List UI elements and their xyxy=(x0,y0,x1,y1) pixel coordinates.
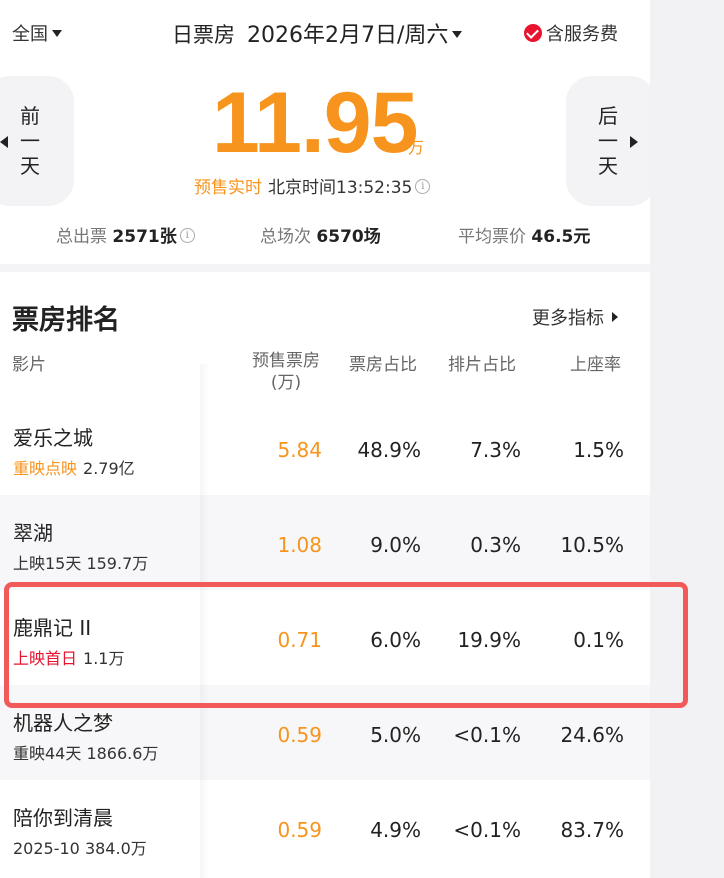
caret-down-icon xyxy=(452,30,463,38)
presale-value: 1.08 xyxy=(277,533,322,557)
arrow-left-icon xyxy=(0,136,8,148)
film-sub: 上映15天 159.7万 xyxy=(13,554,149,573)
avg-price: 平均票价 46.5元 xyxy=(458,227,591,247)
presale-value: 0.71 xyxy=(277,628,322,652)
share-value: 9.0% xyxy=(370,533,421,557)
col-schedule[interactable]: 排片占比 xyxy=(448,350,516,375)
top-bar: 全国 日票房 2026年2月7日/周六 含服务费 xyxy=(0,0,650,64)
check-icon xyxy=(524,24,542,42)
share-value: 48.9% xyxy=(357,438,421,462)
share-value: 4.9% xyxy=(370,818,421,842)
occupancy-value: 83.7% xyxy=(560,818,624,842)
prev-day-label: 前 一 天 xyxy=(20,104,40,178)
more-metrics-button[interactable]: 更多指标 xyxy=(532,304,618,330)
film-name: 鹿鼎记 II xyxy=(13,616,92,640)
total-box-office: 11.95 xyxy=(212,75,418,171)
table-row[interactable]: 陪你到清晨 2025-10 384.0万 0.59 4.9% <0.1% 83.… xyxy=(0,780,650,875)
film-sub: 重映44天 1866.6万 xyxy=(13,744,159,763)
header-card: 全国 日票房 2026年2月7日/周六 含服务费 前 一 天 11.95 万 预售… xyxy=(0,0,650,264)
schedule-value: <0.1% xyxy=(453,723,521,747)
film-name: 翠湖 xyxy=(13,521,53,545)
service-fee-toggle[interactable]: 含服务费 xyxy=(524,20,618,46)
share-value: 5.0% xyxy=(370,723,421,747)
col-presale[interactable]: 预售票房 (万) xyxy=(248,350,324,394)
table-row[interactable]: 爱乐之城 重映点映 2.79亿 5.84 48.9% 7.3% 1.5% xyxy=(0,400,650,495)
caret-down-icon xyxy=(52,29,62,37)
next-day-label: 后 一 天 xyxy=(598,104,618,178)
film-tag: 重映点映 xyxy=(13,459,78,478)
region-label: 全国 xyxy=(12,24,48,45)
schedule-value: 7.3% xyxy=(470,438,521,462)
ranking-title: 票房排名 xyxy=(12,305,120,336)
schedule-value: <0.1% xyxy=(453,818,521,842)
film-sub: 2025-10 384.0万 xyxy=(13,839,147,858)
col-share[interactable]: 票房占比 xyxy=(349,350,417,375)
total-unit: 万 xyxy=(408,138,425,157)
table-row[interactable]: 翠湖 上映15天 159.7万 1.08 9.0% 0.3% 10.5% xyxy=(0,495,650,590)
occupancy-value: 1.5% xyxy=(573,438,624,462)
col-occupancy[interactable]: 上座率 xyxy=(570,350,621,375)
col-film: 影片 xyxy=(12,355,46,375)
presale-label: 预售实时 xyxy=(194,178,262,198)
arrow-right-icon xyxy=(630,136,638,148)
presale-value: 0.59 xyxy=(277,818,322,842)
film-name: 爱乐之城 xyxy=(13,426,93,450)
schedule-value: 19.9% xyxy=(457,628,521,652)
total-shows: 总场次 6570场 xyxy=(260,227,381,247)
presale-realtime: 预售实时 北京时间13:52:35 i xyxy=(194,173,431,198)
schedule-value: 0.3% xyxy=(470,533,521,557)
ranking-card: 票房排名 更多指标 影片 预售票房 (万) 票房占比 排片占比 上座率 爱乐之城… xyxy=(0,272,650,878)
table-row[interactable]: 鹿鼎记 II 上映首日 1.1万 0.71 6.0% 19.9% 0.1% xyxy=(0,590,650,685)
presale-value: 5.84 xyxy=(277,438,322,462)
more-metrics-label: 更多指标 xyxy=(532,308,604,329)
daily-box-office-label: 日票房 xyxy=(172,23,235,47)
beijing-time: 北京时间13:52:35 xyxy=(268,178,413,198)
triangle-right-icon xyxy=(612,312,618,322)
film-sub: 重映点映 2.79亿 xyxy=(13,459,135,478)
film-name: 陪你到清晨 xyxy=(13,806,113,830)
presale-value: 0.59 xyxy=(277,723,322,747)
table-header: 影片 预售票房 (万) 票房占比 排片占比 上座率 xyxy=(0,344,650,400)
occupancy-value: 24.6% xyxy=(560,723,624,747)
next-day-button[interactable]: 后 一 天 xyxy=(566,76,650,206)
date-label: 2026年2月7日/周六 xyxy=(247,23,449,48)
box-office-screen: 全国 日票房 2026年2月7日/周六 含服务费 前 一 天 11.95 万 预售… xyxy=(0,0,650,878)
info-icon[interactable]: i xyxy=(179,227,195,243)
share-value: 6.0% xyxy=(370,628,421,652)
right-gutter xyxy=(650,0,724,878)
region-selector[interactable]: 全国 xyxy=(12,20,62,46)
date-selector[interactable]: 日票房 2026年2月7日/周六 xyxy=(172,17,463,49)
total-tickets: 总出票 2571张 i xyxy=(56,222,195,247)
occupancy-value: 0.1% xyxy=(573,628,624,652)
info-icon[interactable]: i xyxy=(415,178,431,194)
film-sub: 上映首日 1.1万 xyxy=(13,649,125,668)
occupancy-value: 10.5% xyxy=(560,533,624,557)
prev-day-button[interactable]: 前 一 天 xyxy=(0,76,74,206)
service-fee-label: 含服务费 xyxy=(546,24,618,45)
film-name: 机器人之梦 xyxy=(13,711,113,735)
film-tag: 上映首日 xyxy=(13,649,78,668)
table-row[interactable]: 机器人之梦 重映44天 1866.6万 0.59 5.0% <0.1% 24.6… xyxy=(0,685,650,780)
